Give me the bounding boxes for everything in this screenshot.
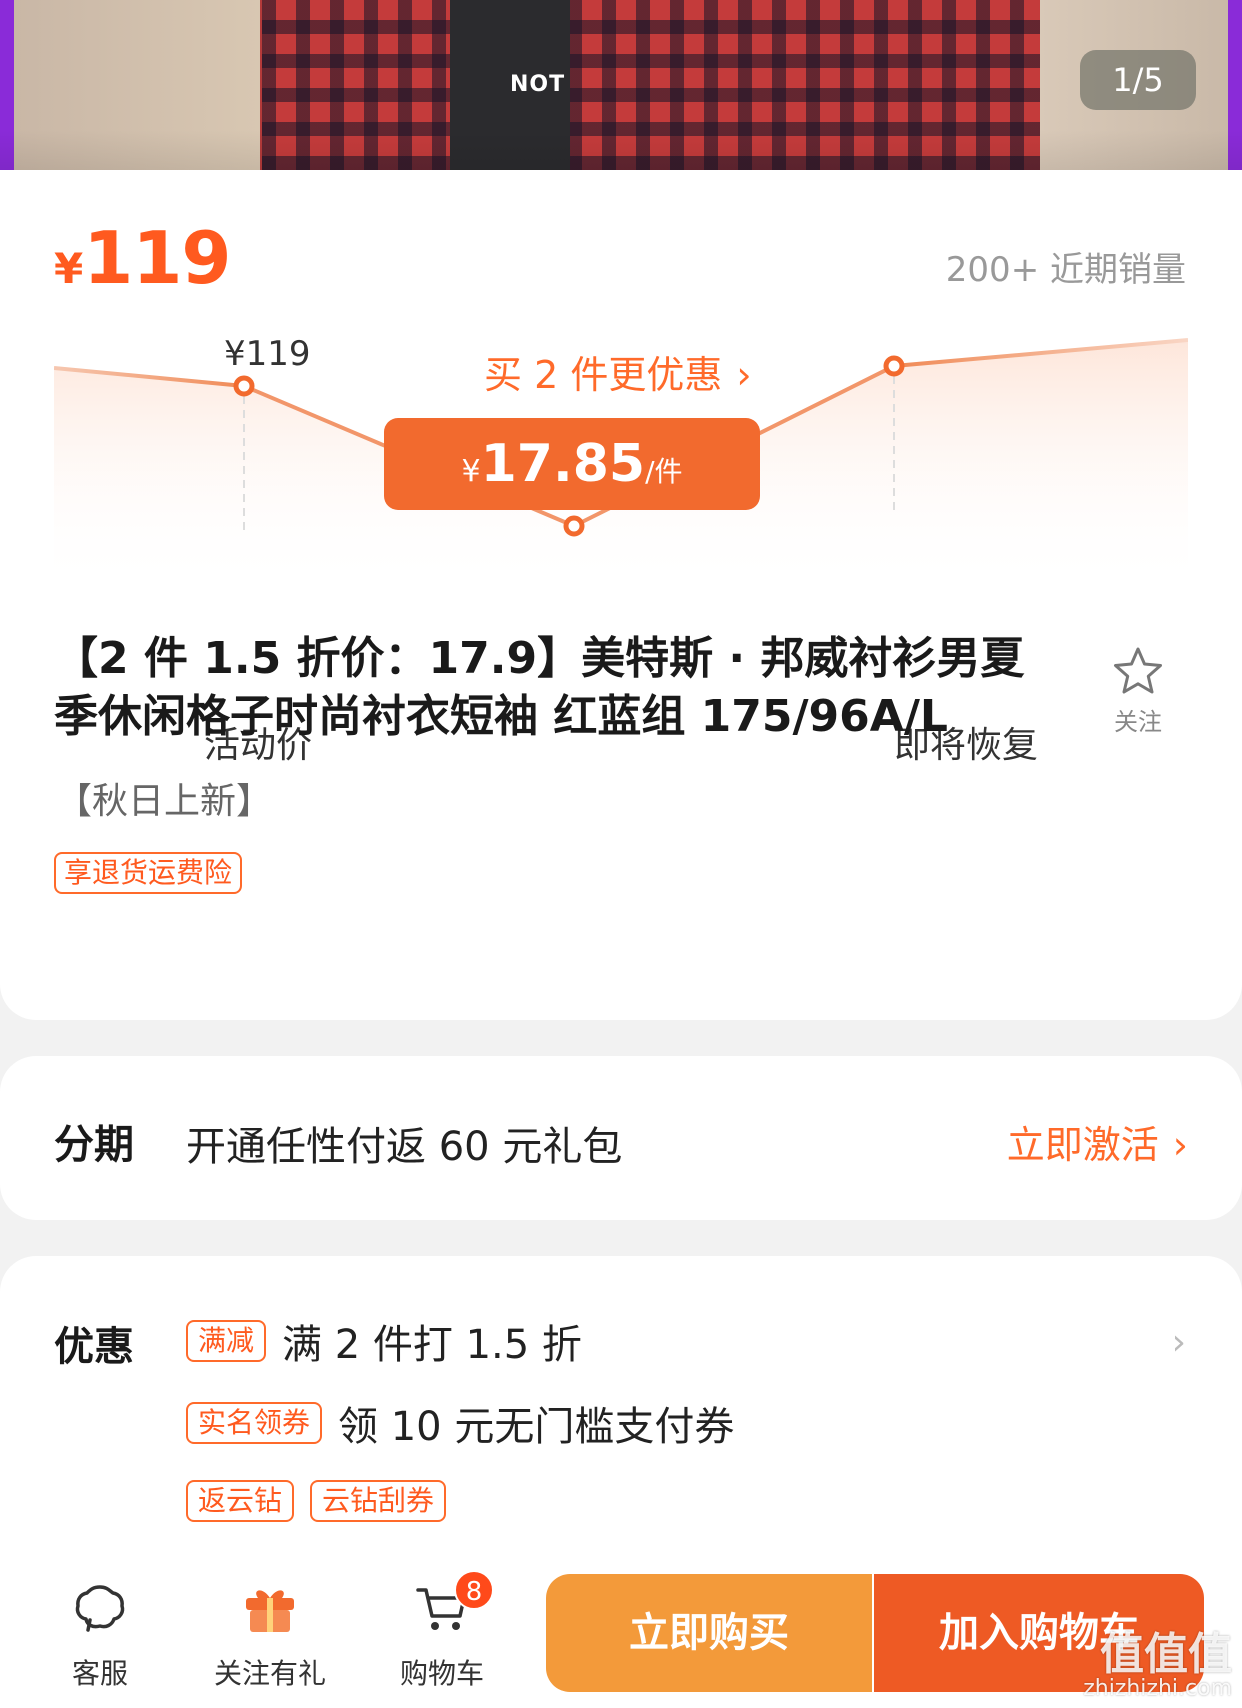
installment-offer: 开通任性付返 60 元礼包 bbox=[186, 1124, 623, 1170]
current-price: ¥119 bbox=[54, 216, 232, 300]
favorite-button[interactable]: 关注 bbox=[1108, 646, 1168, 737]
point-restore bbox=[883, 355, 905, 377]
customer-service-label: 客服 bbox=[71, 1657, 128, 1690]
price-card: ¥119 200+ 近期销量 ¥119 买 2 件更优惠 › 活动价 即将恢复 … bbox=[0, 170, 1242, 1020]
product-image-gallery[interactable]: NOT 1/5 bbox=[0, 0, 1242, 170]
promo-extra-tags: 返云钻 云钻刮券 bbox=[186, 1480, 462, 1522]
buy-now-button[interactable]: 立即购买 bbox=[546, 1574, 872, 1692]
buy-more-text: 买 2 件更优惠 bbox=[484, 353, 723, 397]
price-amount: 119 bbox=[83, 216, 231, 300]
promo-tag: 返云钻 bbox=[186, 1480, 295, 1522]
chevron-right-icon: › bbox=[736, 353, 752, 397]
point-deal bbox=[563, 515, 585, 537]
promo-tag: 实名领券 bbox=[186, 1402, 323, 1444]
deal-unit: /件 bbox=[645, 455, 683, 488]
recent-sales: 200+ 近期销量 bbox=[945, 250, 1186, 290]
deal-currency: ¥ bbox=[461, 454, 481, 489]
chevron-right-icon[interactable]: › bbox=[1172, 1322, 1186, 1363]
cart-label: 购物车 bbox=[399, 1657, 484, 1690]
activity-price-label: ¥119 bbox=[224, 334, 311, 374]
shirt-print-text: NOT bbox=[510, 72, 566, 97]
promo-label: 优惠 bbox=[54, 1324, 134, 1370]
price-currency: ¥ bbox=[54, 244, 84, 293]
activate-link[interactable]: 立即激活 › bbox=[1007, 1114, 1188, 1169]
promo-text: 满 2 件打 1.5 折 bbox=[282, 1322, 582, 1368]
gift-icon bbox=[246, 1590, 294, 1632]
activate-text: 立即激活 bbox=[1006, 1123, 1159, 1167]
product-subtitle: 【秋日上新】 bbox=[56, 781, 273, 822]
promotion-card[interactable]: 优惠 满减 满 2 件打 1.5 折 实名领券 领 10 元无门槛支付券 返云钻… bbox=[0, 1256, 1242, 1556]
customer-service-button[interactable]: 客服 bbox=[40, 1556, 160, 1708]
deal-price-badge: ¥17.85/件 bbox=[384, 418, 760, 510]
image-pager: 1/5 bbox=[1080, 50, 1196, 110]
watermark-url: zhizhizhi.com bbox=[1083, 1676, 1232, 1701]
star-icon bbox=[1114, 647, 1162, 694]
promo-row: 满减 满 2 件打 1.5 折 bbox=[186, 1312, 582, 1370]
deal-value: 17.85 bbox=[480, 434, 646, 494]
cart-count-badge: 8 bbox=[454, 1570, 494, 1610]
image-shade bbox=[0, 130, 1242, 170]
promo-row: 实名领券 领 10 元无门槛支付券 bbox=[186, 1394, 734, 1452]
promo-tag: 云钻刮券 bbox=[310, 1480, 447, 1522]
installment-card[interactable]: 分期 开通任性付返 60 元礼包 立即激活 › bbox=[0, 1056, 1242, 1220]
point-activity bbox=[233, 375, 255, 397]
chevron-right-icon: › bbox=[1172, 1123, 1188, 1167]
favorite-label: 关注 bbox=[1114, 708, 1162, 736]
chat-bubble-icon bbox=[75, 1585, 125, 1632]
follow-gift-label: 关注有礼 bbox=[213, 1657, 326, 1690]
buy-more-link[interactable]: 买 2 件更优惠 › bbox=[484, 344, 752, 399]
watermark-logo: 值值值 bbox=[1100, 1629, 1232, 1680]
follow-gift-button[interactable]: 关注有礼 bbox=[200, 1556, 340, 1708]
bottom-action-bar: 客服 关注有礼 购物车 8 立即购买 加入购物车 bbox=[0, 1556, 1242, 1708]
installment-label: 分期 bbox=[54, 1122, 134, 1168]
return-insurance-tag: 享退货运费险 bbox=[54, 852, 243, 894]
product-title: 【2 件 1.5 折价：17.9】美特斯 · 邦威衬衫男夏季休闲格子时尚衬衣短袖… bbox=[54, 633, 1025, 742]
promo-text: 领 10 元无门槛支付券 bbox=[338, 1404, 735, 1450]
promo-tag: 满减 bbox=[186, 1320, 267, 1362]
